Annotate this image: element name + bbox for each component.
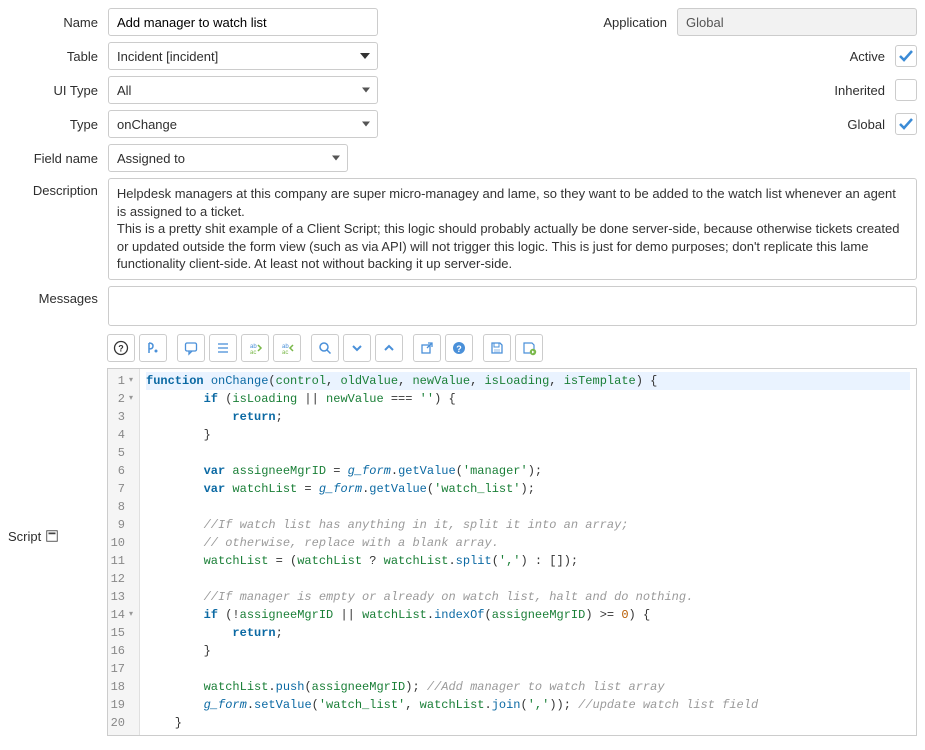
svg-text:?: ? — [118, 343, 124, 353]
type-select[interactable]: onChange — [108, 110, 378, 138]
popout-button[interactable] — [413, 334, 441, 362]
ui-type-label: UI Type — [8, 83, 108, 98]
help-button[interactable]: ? — [107, 334, 135, 362]
script-icon — [45, 529, 59, 543]
svg-text:ac: ac — [282, 350, 288, 356]
comment-button[interactable] — [177, 334, 205, 362]
application-field: Global — [677, 8, 917, 36]
name-label: Name — [8, 15, 108, 30]
description-label: Description — [8, 178, 108, 280]
editor-gutter: 1▾2▾34567891011121314▾151617181920 — [108, 369, 140, 735]
info-button[interactable]: ? — [445, 334, 473, 362]
format-button[interactable] — [139, 334, 167, 362]
description-textarea[interactable]: Helpdesk managers at this company are su… — [108, 178, 917, 280]
script-label: Script — [8, 332, 107, 736]
save-run-button[interactable] — [515, 334, 543, 362]
replace-next-button[interactable]: abac — [241, 334, 269, 362]
table-select[interactable]: Incident [incident] — [108, 42, 378, 70]
application-label: Application — [603, 15, 677, 30]
field-name-select[interactable]: Assigned to — [108, 144, 348, 172]
svg-text:ac: ac — [250, 350, 256, 356]
inherited-checkbox[interactable] — [895, 79, 917, 101]
ui-type-select[interactable]: All — [108, 76, 378, 104]
global-checkbox[interactable] — [895, 113, 917, 135]
search-button[interactable] — [311, 334, 339, 362]
messages-textarea[interactable] — [108, 286, 917, 326]
save-button[interactable] — [483, 334, 511, 362]
outdent-button[interactable] — [209, 334, 237, 362]
name-input[interactable] — [108, 8, 378, 36]
global-label: Global — [847, 117, 895, 132]
expand-button[interactable] — [343, 334, 371, 362]
svg-text:?: ? — [456, 344, 462, 354]
replace-all-button[interactable]: abac — [273, 334, 301, 362]
messages-label: Messages — [8, 286, 108, 326]
type-label: Type — [8, 117, 108, 132]
script-toolbar: ? abac abac ? — [107, 332, 917, 368]
active-checkbox[interactable] — [895, 45, 917, 67]
table-label: Table — [8, 49, 108, 64]
editor-code[interactable]: function onChange(control, oldValue, new… — [140, 369, 916, 735]
field-name-label: Field name — [8, 151, 108, 166]
script-editor[interactable]: 1▾2▾34567891011121314▾151617181920 funct… — [107, 368, 917, 736]
inherited-label: Inherited — [834, 83, 895, 98]
collapse-button[interactable] — [375, 334, 403, 362]
active-label: Active — [850, 49, 895, 64]
